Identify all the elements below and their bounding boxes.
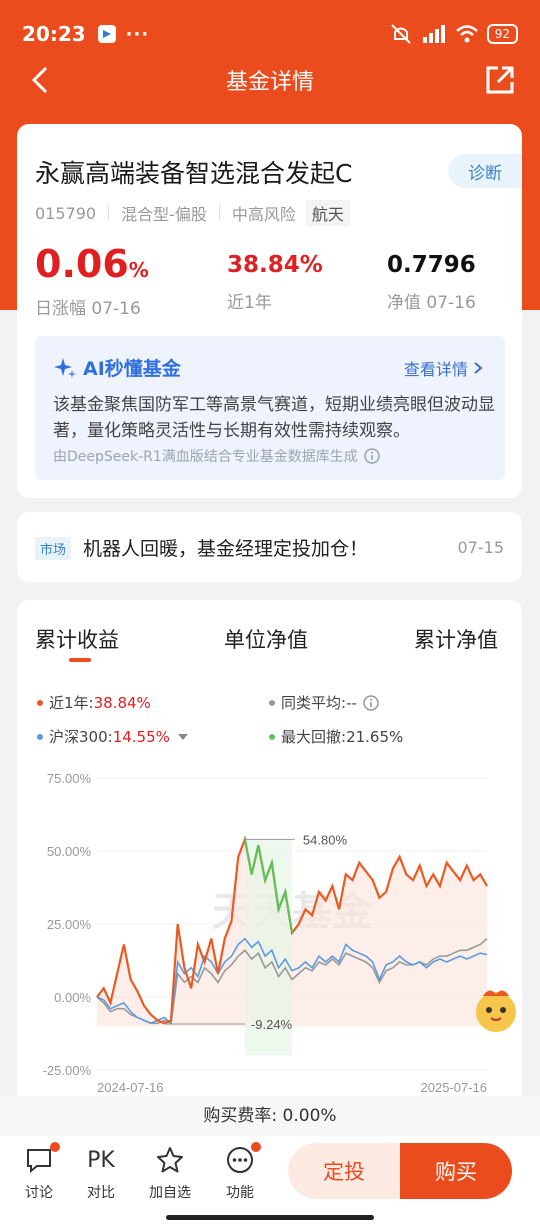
annotation-min: -9.24% [251, 1017, 293, 1032]
ai-summary-text: 该基金聚焦国防军工等高景气赛道，短期业绩亮眼但波动显著，量化策略灵活性与长期有效… [53, 395, 495, 441]
compare-label: 对比 [87, 1185, 115, 1201]
wifi-icon [455, 25, 478, 43]
function-button[interactable]: 功能 [215, 1142, 265, 1202]
pk-icon: PK [87, 1147, 115, 1173]
daily-change-value: 0.06 [35, 242, 129, 286]
fund-summary-card: 永赢高端装备智选混合发起C 诊断 015790 混合型-偏股 中高风险 航天 0… [17, 124, 522, 498]
x-tick-label: 2025-07-16 [421, 1080, 488, 1095]
tab-unit-nav[interactable]: 单位净值 [224, 624, 308, 654]
legend-index-value: 14.55% [112, 727, 170, 746]
home-indicator [166, 1215, 374, 1220]
daily-change-label: 日涨幅 07-16 [35, 299, 141, 319]
legend-fund-label: 近1年: [49, 694, 94, 712]
one-year-value: 38.84% [227, 252, 323, 278]
ai-source-text: 由DeepSeek-R1满血版结合专业基金数据库生成 [53, 449, 358, 465]
legend-peer-label: 同类平均: [281, 694, 347, 712]
app-notification-icon [97, 25, 116, 43]
performance-chart[interactable]: 天天基金 75.00%50.00%25.00%0.00%-25.00%2024-… [17, 760, 522, 1095]
legend-peer-value: -- [346, 693, 357, 712]
discuss-button[interactable]: 讨论 [14, 1142, 64, 1202]
nav-bar: 基金详情 [0, 58, 540, 102]
daily-change-unit: % [128, 258, 149, 282]
add-watchlist-button[interactable]: 加自选 [145, 1144, 195, 1202]
purchase-fee-bar: 购买费率: 0.00% [0, 1096, 540, 1136]
legend-fund-dot [37, 699, 43, 706]
more-icon [227, 1147, 253, 1173]
signal-icon [422, 25, 445, 43]
fund-theme-tag[interactable]: 航天 [305, 200, 350, 226]
auto-invest-button[interactable]: 定投 [288, 1143, 400, 1199]
tab-cumulative-return[interactable]: 累计收益 [35, 624, 119, 662]
y-tick-label: 0.00% [54, 990, 91, 1005]
chevron-right-icon [474, 362, 483, 374]
daily-change-metric: 0.06% 日涨幅 07-16 [35, 242, 149, 319]
legend-peer-dot [269, 699, 275, 706]
caret-down-icon [177, 733, 188, 740]
y-tick-label: 50.00% [47, 844, 92, 859]
news-card[interactable]: 市场 机器人回暖，基金经理定投加仓！ 07-15 [17, 512, 522, 582]
ai-source-note: 由DeepSeek-R1满血版结合专业基金数据库生成 [53, 446, 380, 466]
legend-fund: 近1年: 38.84% [37, 692, 151, 713]
function-label: 功能 [226, 1185, 254, 1201]
legend-index-label: 沪深300: [49, 728, 113, 746]
fund-name: 永赢高端装备智选混合发起C [35, 159, 353, 188]
legend-drawdown: 最大回撤: 21.65% [269, 726, 403, 747]
ai-detail-link-text: 查看详情 [403, 360, 468, 379]
notification-dot [50, 1142, 60, 1152]
one-year-metric: 38.84% 近1年 [227, 252, 323, 313]
one-year-label: 近1年 [227, 293, 272, 313]
tab-cumulative-nav[interactable]: 累计净值 [414, 624, 498, 654]
fund-meta: 015790 混合型-偏股 中高风险 航天 [35, 200, 350, 226]
news-headline: 机器人回暖，基金经理定投加仓！ [83, 538, 369, 560]
fund-type: 混合型-偏股 [121, 205, 207, 224]
buy-button[interactable]: 购买 [400, 1143, 512, 1199]
legend-peer: 同类平均: -- [269, 692, 379, 713]
nav-metric: 0.7796 净值 07-16 [387, 252, 476, 313]
status-time: 20:23 [22, 22, 86, 46]
performance-chart-card: 累计收益 单位净值 累计净值 近1年: 38.84% 同类平均: -- 沪深300:… [17, 600, 522, 1120]
fund-code: 015790 [35, 203, 97, 223]
news-date: 07-15 [457, 538, 505, 557]
ai-detail-link[interactable]: 查看详情 [404, 356, 483, 380]
legend-drawdown-label: 最大回撤: [281, 728, 347, 746]
fund-risk: 中高风险 [231, 205, 296, 224]
ai-summary-title: AI秒懂基金 [53, 354, 181, 381]
legend-fund-value: 38.84% [93, 693, 151, 712]
page-title: 基金详情 [225, 70, 314, 95]
share-button[interactable] [482, 62, 518, 98]
legend-drawdown-value: 21.65% [346, 727, 404, 746]
more-notifications-icon: ··· [125, 23, 150, 45]
watch-label: 加自选 [149, 1185, 191, 1201]
ai-title-text: AI秒懂基金 [83, 358, 181, 380]
legend-drawdown-dot [269, 733, 275, 740]
info-icon[interactable] [363, 694, 379, 711]
bottom-action-bar: 讨论 PK 对比 加自选 功能 定投 购买 [0, 1136, 540, 1230]
info-icon[interactable] [364, 448, 380, 464]
x-tick-label: 2024-07-16 [97, 1080, 164, 1095]
status-bar: 20:23 ··· 92 [22, 16, 518, 52]
y-tick-label: 25.00% [47, 917, 92, 932]
legend-index-dot [37, 733, 43, 740]
nav-label: 净值 07-16 [387, 293, 476, 313]
news-tag: 市场 [35, 537, 72, 560]
legend-index[interactable]: 沪深300: 14.55% [37, 726, 188, 747]
mascot-icon[interactable] [469, 982, 523, 1036]
ai-summary-box[interactable]: AI秒懂基金 查看详情 该基金聚焦国防军工等高景气赛道，短期业绩亮眼但波动显著，… [35, 336, 505, 480]
annotation-max: 54.80% [303, 832, 348, 847]
notification-dot [251, 1142, 261, 1152]
compare-button[interactable]: PK 对比 [76, 1144, 126, 1202]
battery-indicator: 92 [486, 24, 518, 44]
discuss-label: 讨论 [25, 1185, 53, 1201]
divider [108, 205, 110, 221]
diagnose-button[interactable]: 诊断 [448, 154, 522, 188]
star-icon [157, 1147, 183, 1173]
y-tick-label: -25.00% [43, 1063, 92, 1078]
share-icon [486, 66, 514, 94]
mute-icon [391, 24, 411, 44]
nav-value: 0.7796 [387, 252, 476, 278]
divider [218, 205, 220, 221]
y-tick-label: 75.00% [47, 771, 92, 786]
chat-icon [27, 1149, 51, 1174]
sparkle-icon [54, 357, 76, 378]
